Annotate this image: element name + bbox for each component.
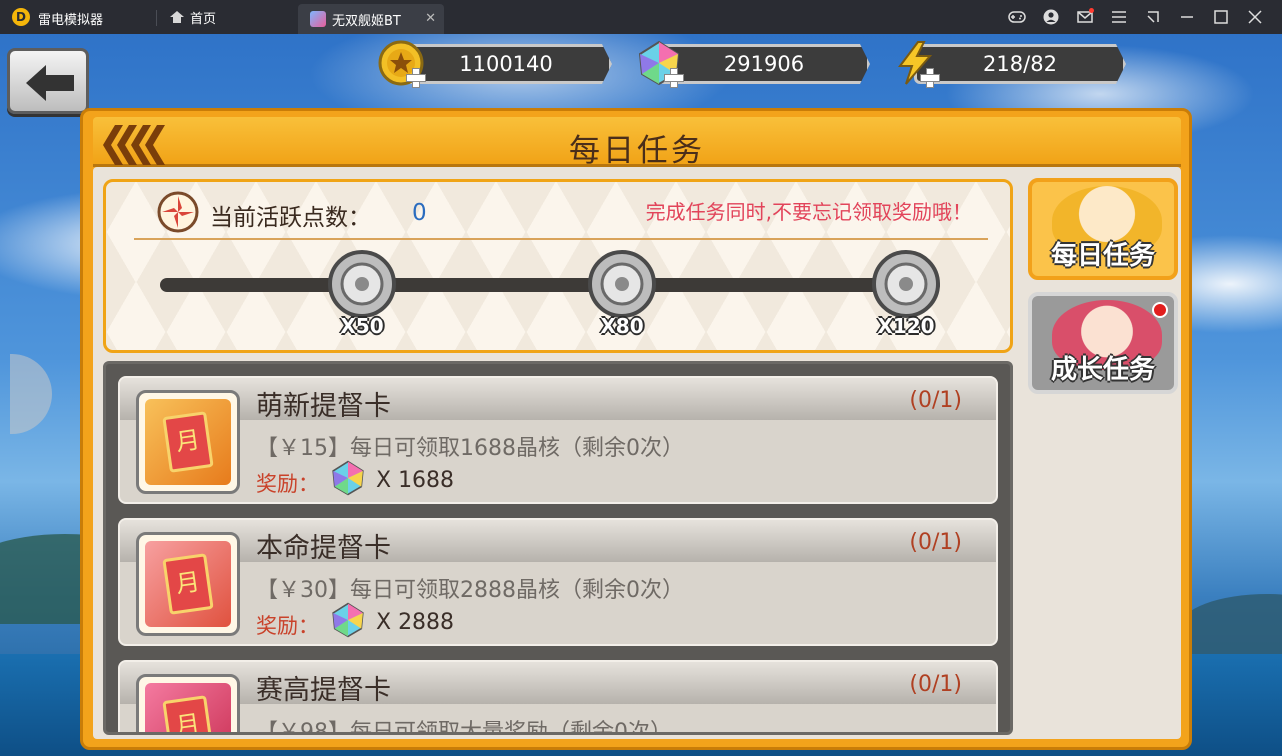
reward-label: 奖励： <box>256 472 319 496</box>
emulator-app-name: 雷电模拟器 <box>38 13 104 28</box>
titlebar-divider <box>156 10 157 26</box>
panel-header: 每日任务 <box>93 117 1181 169</box>
task-description: 【￥30】每日可领取2888晶核（剩余0次） <box>256 578 684 603</box>
energy-amount: 218/82 <box>914 44 1126 84</box>
task-card-image: 月 <box>136 532 240 636</box>
user-icon[interactable] <box>1034 6 1068 28</box>
reward-label: 奖励： <box>256 614 319 638</box>
tab-growth-task-label: 成长任务 <box>1050 355 1155 385</box>
menu-icon[interactable] <box>1102 6 1136 28</box>
crystal-currency: 291906 <box>636 40 872 88</box>
game-screen: 1100140 291906 218/82 每日任务 当前活跃点数： 0 完成任… <box>0 34 1282 756</box>
activity-progress-bar <box>160 278 940 292</box>
tab-close-icon[interactable]: ✕ <box>425 11 436 26</box>
task-card-image: 月 <box>136 390 240 494</box>
activity-hint: 完成任务同时,不要忘记领取奖励哦！ <box>645 200 972 224</box>
task-item[interactable]: 月 萌新提督卡 (0/1) 【￥15】每日可领取1688晶核（剩余0次） 奖励：… <box>118 376 998 504</box>
gamepad-icon[interactable] <box>1000 6 1034 28</box>
task-item[interactable]: 月 赛高提督卡 (0/1) 【￥98】每日可领取大量奖励（剩余0次） <box>118 660 998 735</box>
back-button[interactable] <box>7 48 89 114</box>
task-count: (0/1) <box>909 672 962 697</box>
task-name: 萌新提督卡 <box>256 391 391 422</box>
minimize-to-tray-icon[interactable] <box>1136 6 1170 28</box>
window-controls <box>1000 6 1272 28</box>
task-header-band <box>120 378 996 420</box>
game-tab-icon <box>310 11 326 27</box>
side-drawer-handle[interactable] <box>10 354 52 434</box>
milestone-reward-50[interactable]: X50 <box>322 246 402 338</box>
task-name: 本命提督卡 <box>256 533 391 564</box>
monthly-card-icon: 月 <box>145 683 231 732</box>
monthly-card-icon: 月 <box>145 541 231 627</box>
tab-daily-task[interactable]: 每日任务 <box>1028 178 1178 280</box>
milestone-label: X80 <box>600 314 644 338</box>
background-island-right <box>1180 594 1282 654</box>
activity-badge-icon <box>157 191 199 233</box>
gold-amount: 1100140 <box>400 44 612 84</box>
activity-divider <box>134 238 988 240</box>
home-tab-label: 首页 <box>190 11 217 27</box>
back-arrow-icon <box>26 65 74 101</box>
task-count: (0/1) <box>909 530 962 555</box>
activity-points-value: 0 <box>412 200 427 226</box>
add-energy-button[interactable] <box>920 68 940 88</box>
milestone-reward-120[interactable]: X120 <box>866 246 946 338</box>
tab-daily-task-label: 每日任务 <box>1050 241 1155 271</box>
activity-section: 当前活跃点数： 0 完成任务同时,不要忘记领取奖励哦！ X50 X80 X120 <box>103 179 1013 353</box>
notification-dot <box>1152 302 1168 318</box>
task-header-band <box>120 662 996 704</box>
game-tab[interactable]: 无双舰姬BT ✕ <box>298 4 444 34</box>
monthly-card-icon: 月 <box>145 399 231 485</box>
gold-currency: 1100140 <box>378 40 614 88</box>
milestone-reward-80[interactable]: X80 <box>582 246 662 338</box>
add-crystal-button[interactable] <box>664 68 684 88</box>
game-tab-label: 无双舰姬BT <box>332 13 401 29</box>
task-item[interactable]: 月 本命提督卡 (0/1) 【￥30】每日可领取2888晶核（剩余0次） 奖励：… <box>118 518 998 646</box>
crystal-amount: 291906 <box>658 44 870 84</box>
task-list[interactable]: 月 萌新提督卡 (0/1) 【￥15】每日可领取1688晶核（剩余0次） 奖励：… <box>103 361 1013 735</box>
home-icon <box>170 11 184 23</box>
daily-task-panel: 每日任务 当前活跃点数： 0 完成任务同时,不要忘记领取奖励哦！ X50 X80… <box>80 108 1192 750</box>
task-description: 【￥15】每日可领取1688晶核（剩余0次） <box>256 436 684 461</box>
reward-value: X 2888 <box>376 610 455 635</box>
task-count: (0/1) <box>909 388 962 413</box>
home-tab[interactable]: 首页 <box>164 6 222 28</box>
task-card-image: 月 <box>136 674 240 732</box>
milestone-label: X120 <box>877 314 935 338</box>
task-header-band <box>120 520 996 562</box>
panel-title: 每日任务 <box>569 133 705 169</box>
tab-growth-task[interactable]: 成长任务 <box>1028 292 1178 394</box>
crystal-icon <box>332 602 364 638</box>
emulator-logo-icon: D <box>12 8 30 26</box>
mail-icon[interactable] <box>1068 6 1102 28</box>
maximize-icon[interactable] <box>1204 6 1238 28</box>
minimize-icon[interactable] <box>1170 6 1204 28</box>
task-name: 赛高提督卡 <box>256 675 391 706</box>
energy-currency: 218/82 <box>892 40 1128 88</box>
crystal-icon <box>332 460 364 496</box>
task-description: 【￥98】每日可领取大量奖励（剩余0次） <box>256 720 672 735</box>
close-icon[interactable] <box>1238 6 1272 28</box>
activity-points-label: 当前活跃点数： <box>210 205 371 231</box>
reward-value: X 1688 <box>376 468 455 493</box>
emulator-titlebar: D 雷电模拟器 首页 无双舰姬BT ✕ <box>0 0 1282 34</box>
milestone-label: X50 <box>340 314 384 338</box>
add-gold-button[interactable] <box>406 68 426 88</box>
